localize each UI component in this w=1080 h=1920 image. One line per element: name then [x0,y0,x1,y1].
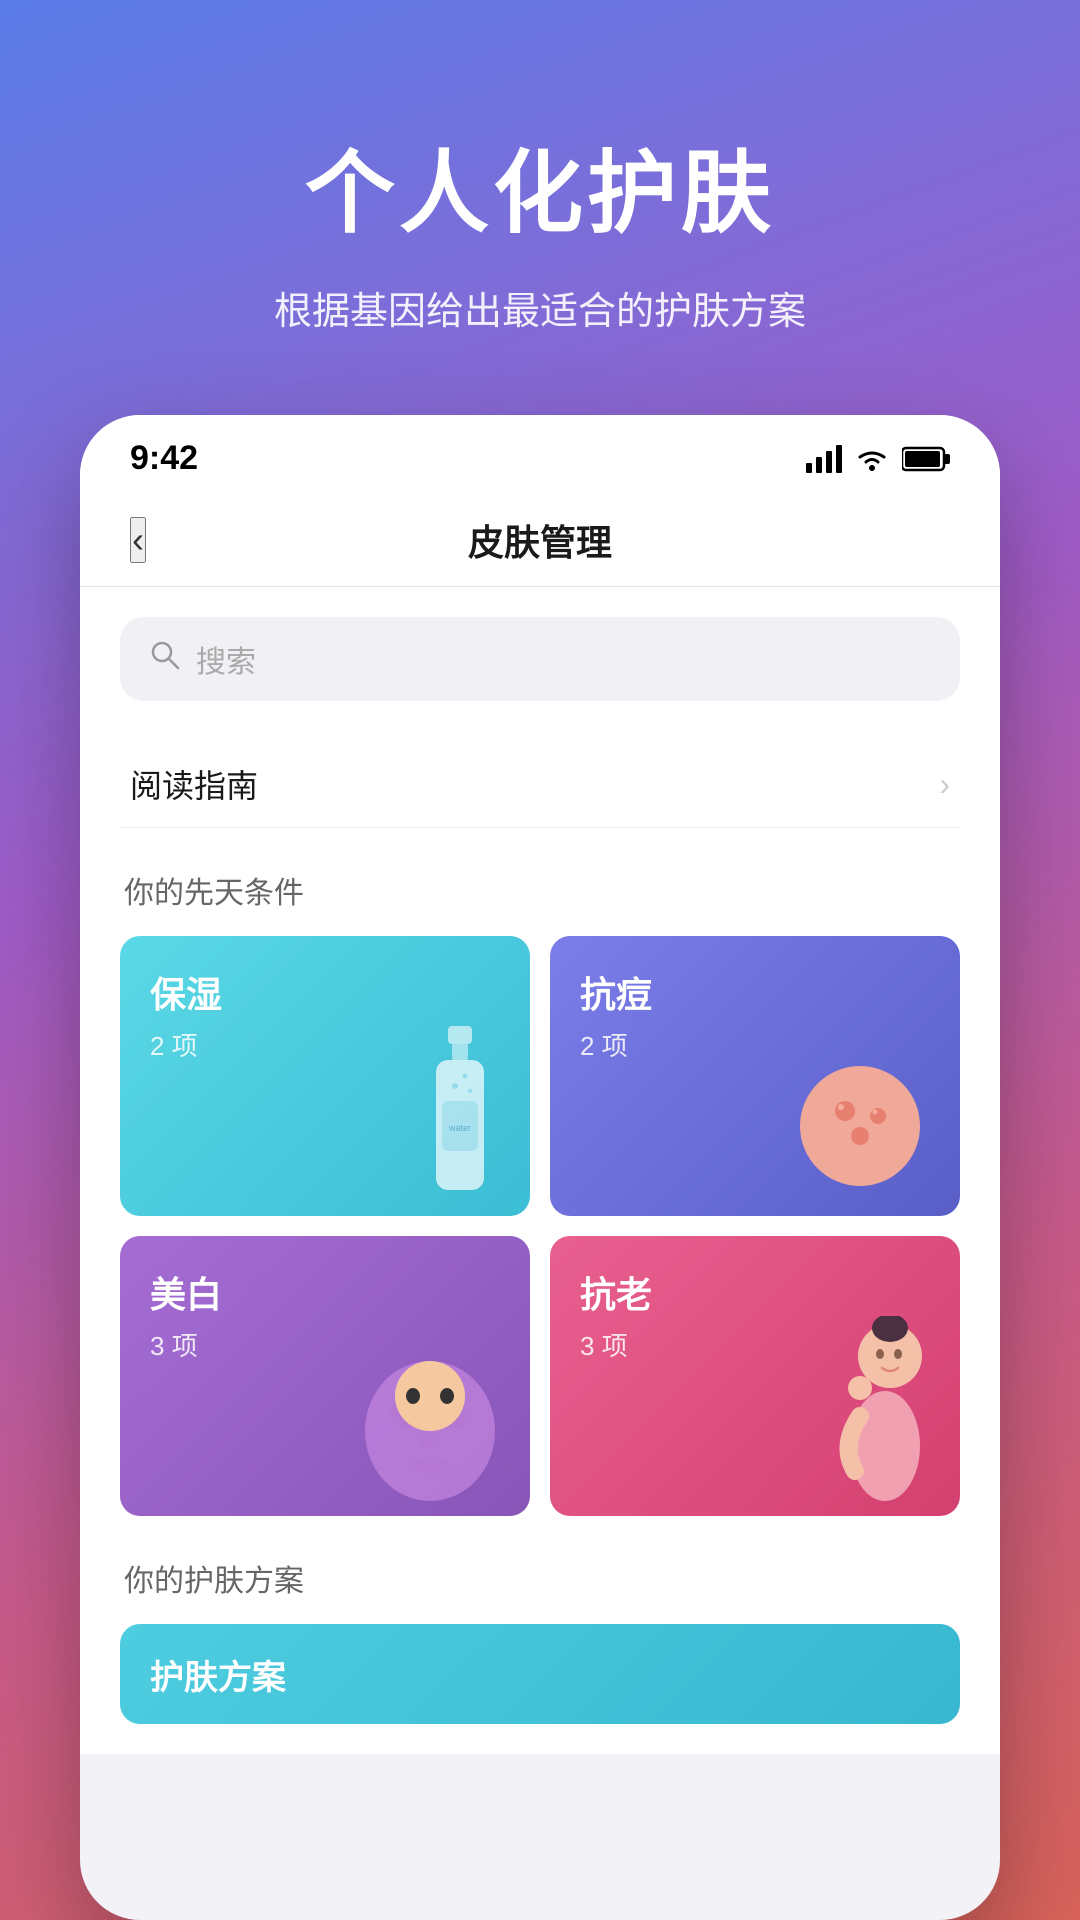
guide-label: 阅读指南 [130,761,258,807]
search-icon [150,640,180,678]
skincare-section: 你的护肤方案 护肤方案 [120,1556,960,1724]
hero-subtitle: 根据基因给出最适合的护肤方案 [60,280,1020,335]
acne-card[interactable]: 抗痘 2 项 [550,936,960,1216]
page-title: 皮肤管理 [468,514,612,566]
acne-title: 抗痘 [580,966,930,1018]
cards-grid: 保湿 2 项 water [120,936,960,1516]
guide-row[interactable]: 阅读指南 › [120,741,960,828]
antiaging-illustration [810,1316,940,1516]
moisturize-card[interactable]: 保湿 2 项 water [120,936,530,1216]
whitening-card[interactable]: 美白 3 项 [120,1236,530,1516]
moisturize-title: 保湿 [150,966,500,1018]
svg-text:water: water [448,1123,471,1133]
mask-illustration [350,1346,510,1506]
status-bar: 9:42 [80,415,1000,494]
status-time: 9:42 [130,439,198,478]
signal-icon [806,445,842,473]
innate-section: 你的先天条件 保湿 2 项 [120,868,960,1516]
search-placeholder: 搜索 [196,637,256,681]
acne-illustration [790,1056,930,1196]
battery-icon [902,446,950,472]
back-button[interactable]: ‹ [130,517,146,563]
search-bar[interactable]: 搜索 [120,617,960,701]
phone-mockup: 9:42 ‹ 皮肤管 [80,415,1000,1920]
navigation-bar: ‹ 皮肤管理 [80,494,1000,587]
chevron-right-icon: › [939,766,950,803]
antiaging-card[interactable]: 抗老 3 项 [550,1236,960,1516]
wifi-icon [854,445,890,473]
whitening-title: 美白 [150,1266,500,1318]
skincare-card[interactable]: 护肤方案 [120,1624,960,1724]
skincare-section-title: 你的护肤方案 [120,1556,960,1600]
hero-section: 个人化护肤 根据基因给出最适合的护肤方案 [0,0,1080,415]
antiaging-title: 抗老 [580,1266,930,1318]
status-icons [806,445,950,473]
hero-title: 个人化护肤 [60,120,1020,250]
content-area: 搜索 阅读指南 › 你的先天条件 保湿 2 项 [80,587,1000,1754]
innate-section-title: 你的先天条件 [120,868,960,912]
skincare-card-title: 护肤方案 [150,1650,286,1699]
bottle-illustration: water [420,1026,500,1206]
